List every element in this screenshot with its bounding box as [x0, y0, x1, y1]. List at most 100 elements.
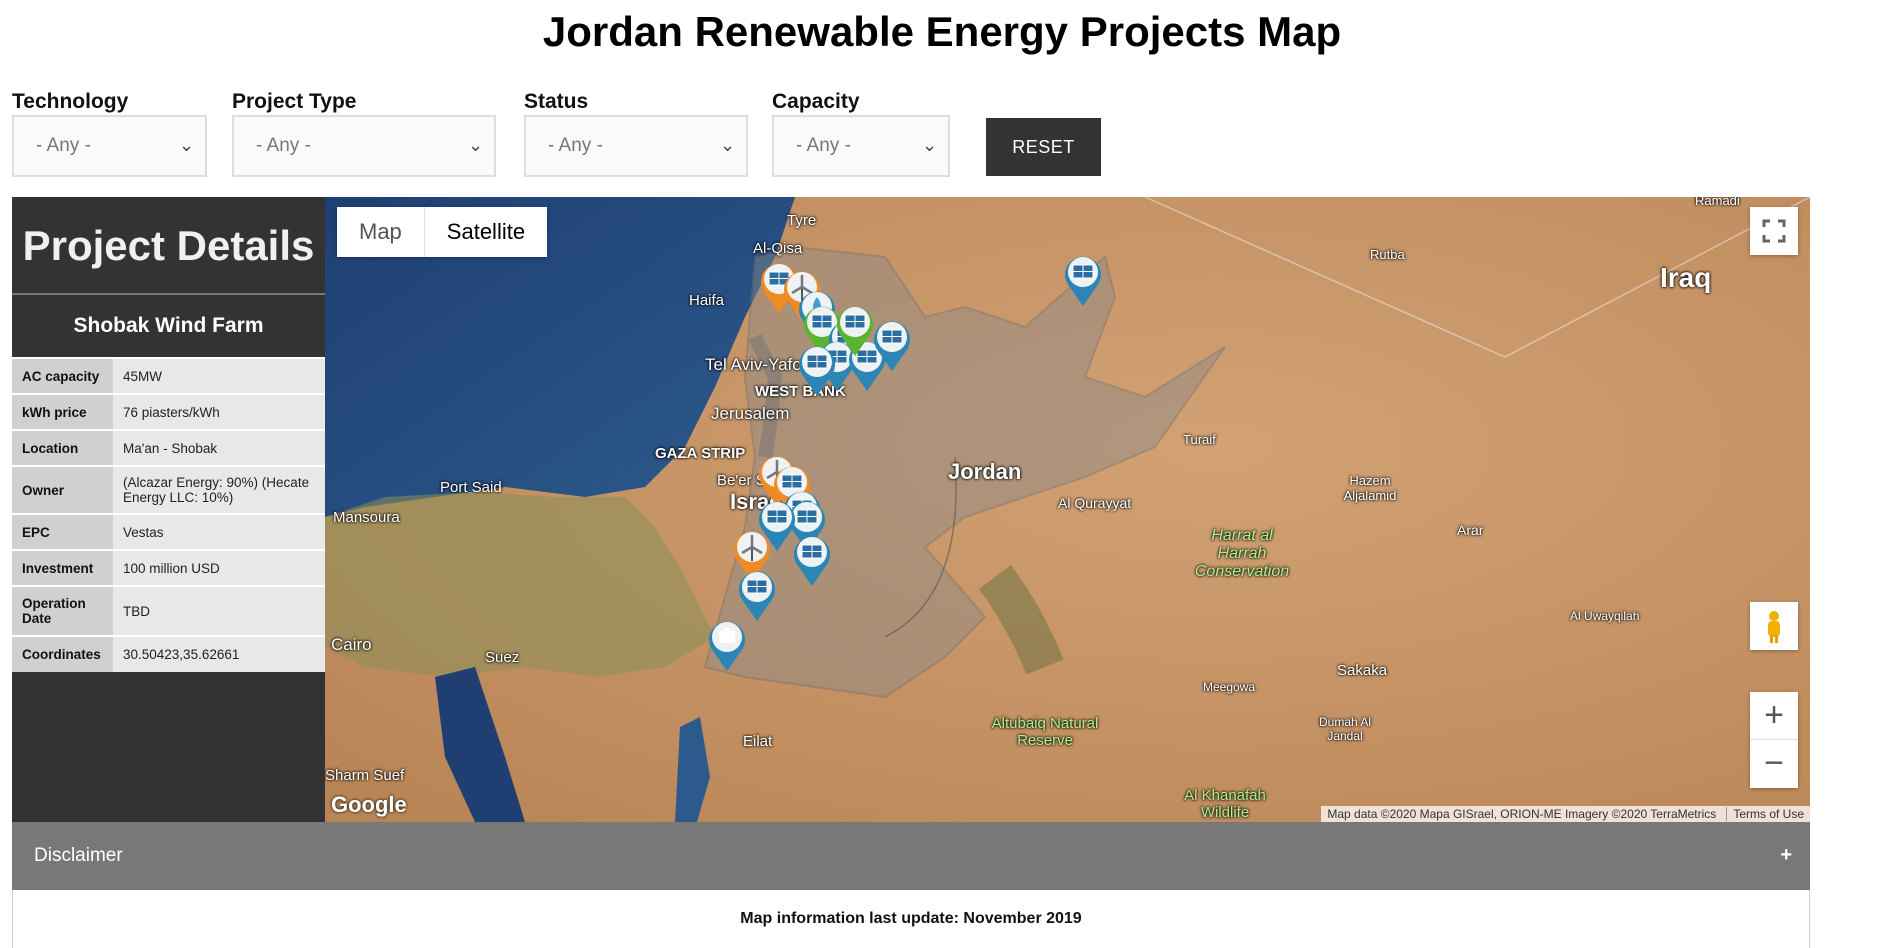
table-row: Coordinates 30.50423,35.62661: [12, 635, 325, 672]
select-value: - Any -: [548, 135, 603, 156]
street-view-pegman[interactable]: [1750, 602, 1798, 650]
fullscreen-button[interactable]: [1750, 207, 1798, 255]
place-iraq: Iraq: [1660, 262, 1712, 293]
fullscreen-icon: [1762, 219, 1786, 243]
table-row: EPC Vestas: [12, 513, 325, 550]
detail-key: Location: [12, 429, 113, 466]
place-port-said: Port Said: [440, 479, 502, 496]
place-hazem: Hazem Aljalamid: [1343, 473, 1397, 503]
status-select[interactable]: - Any - ⌄: [524, 115, 748, 177]
chevron-down-icon: ⌄: [468, 135, 484, 155]
place-eilat: Eilat: [743, 733, 773, 750]
project-details-panel: Project Details Shobak Wind Farm AC capa…: [12, 197, 325, 822]
place-sakaka: Sakaka: [1337, 662, 1388, 679]
solar-project-marker[interactable]: [790, 532, 834, 588]
filter-label: Capacity: [772, 90, 860, 113]
map-type-satellite[interactable]: Satellite: [423, 207, 547, 257]
page-title: Jordan Renewable Energy Projects Map: [542, 8, 1342, 55]
chevron-down-icon: ⌄: [720, 135, 736, 155]
panel-heading: Project Details: [12, 197, 325, 295]
detail-key: kWh price: [12, 393, 113, 430]
filter-label: Project Type: [232, 90, 357, 113]
table-row: AC capacity 45MW: [12, 357, 325, 394]
table-row: kWh price 76 piasters/kWh: [12, 393, 325, 430]
detail-value: 76 piasters/kWh: [113, 393, 325, 430]
detail-value: Vestas: [113, 513, 325, 550]
place-dumah: Dumah Al Jandal: [1318, 715, 1372, 743]
filter-status: Status - Any - ⌄: [524, 90, 748, 177]
filter-project-type: Project Type - Any - ⌄: [232, 90, 496, 177]
table-row: Investment 100 million USD: [12, 549, 325, 586]
filter-label: Technology: [12, 90, 129, 113]
place-khanafah: Al Khanafah Wildlife: [1184, 787, 1266, 821]
place-cairo: Cairo: [331, 635, 372, 654]
map-type-control: Map Satellite: [337, 207, 548, 257]
filter-label: Status: [524, 90, 589, 113]
zoom-in-button[interactable]: +: [1750, 692, 1798, 740]
detail-key: Owner: [12, 465, 113, 514]
place-suez: Suez: [485, 649, 520, 666]
detail-key: Operation Date: [12, 585, 113, 636]
place-rutba: Rutba: [1370, 247, 1405, 262]
place-sharm-suef: Sharm Suef: [325, 767, 405, 784]
footer: Map information last update: November 20…: [12, 890, 1810, 948]
table-row: Owner (Alcazar Energy: 90%) (Hecate Energ…: [12, 465, 325, 514]
project-type-select[interactable]: - Any - ⌄: [232, 115, 496, 177]
detail-value: Ma'an - Shobak: [113, 429, 325, 466]
zoom-out-button[interactable]: −: [1750, 740, 1798, 788]
map-attribution: Map data ©2020 Mapa GISrael, ORION-ME Im…: [1321, 806, 1810, 822]
place-mansoura: Mansoura: [333, 509, 400, 526]
place-gaza: GAZA STRIP: [655, 445, 746, 462]
zoom-control: + −: [1750, 692, 1798, 788]
solar-icon: [1065, 256, 1101, 306]
map-canvas[interactable]: Map Satellite + − Tyre Al-Qisa Haifa Tel…: [325, 197, 1810, 822]
place-tyre: Tyre: [787, 212, 817, 229]
solar-icon: [739, 571, 775, 621]
disclaimer-label: Disclaimer: [34, 845, 123, 866]
place-al-uwayqilah: Al Uwayqilah: [1570, 609, 1640, 623]
solar-icon: [837, 306, 873, 356]
reset-button[interactable]: RESET: [986, 118, 1101, 176]
detail-value: (Alcazar Energy: 90%) (Hecate Energy LLC…: [113, 465, 325, 514]
capacity-select[interactable]: - Any - ⌄: [772, 115, 950, 177]
detail-key: EPC: [12, 513, 113, 550]
place-meegowa: Meegowa: [1203, 680, 1256, 694]
place-ramadi: Ramadi: [1695, 197, 1740, 208]
place-jordan: Jordan: [948, 459, 1022, 484]
place-haifa: Haifa: [689, 292, 725, 309]
technology-select[interactable]: - Any - ⌄: [12, 115, 207, 177]
table-row: Location Ma'an - Shobak: [12, 429, 325, 466]
solar-icon: [794, 536, 830, 586]
last-update-note: Map information last update: November 20…: [740, 910, 1082, 927]
storage-icon: [709, 621, 745, 671]
solar-project-marker[interactable]: [1061, 252, 1105, 308]
place-turaif: Turaif: [1183, 432, 1216, 447]
terms-link[interactable]: Terms of Use: [1726, 807, 1804, 821]
place-al-qisa: Al-Qisa: [753, 240, 803, 257]
storage-project-marker[interactable]: [705, 617, 749, 673]
details-table: AC capacity 45MW kWh price 76 piasters/kWh…: [12, 357, 325, 672]
detail-value: 30.50423,35.62661: [113, 635, 325, 672]
chevron-down-icon: ⌄: [179, 135, 195, 155]
select-value: - Any -: [256, 135, 311, 156]
attribution-text: Map data ©2020 Mapa GISrael, ORION-ME Im…: [1327, 807, 1717, 821]
expand-icon: +: [1780, 844, 1792, 866]
select-value: - Any -: [36, 135, 91, 156]
project-name: Shobak Wind Farm: [73, 314, 264, 337]
place-arar: Arar: [1457, 522, 1484, 538]
select-value: - Any -: [796, 135, 851, 156]
chevron-down-icon: ⌄: [922, 135, 938, 155]
detail-value: TBD: [113, 585, 325, 636]
filter-capacity: Capacity - Any - ⌄: [772, 90, 950, 177]
disclaimer-accordion[interactable]: Disclaimer +: [12, 822, 1810, 890]
solar-project-marker[interactable]: [833, 302, 877, 358]
detail-key: Coordinates: [12, 635, 113, 672]
solar-project-marker[interactable]: [735, 567, 779, 623]
pegman-icon: [1768, 611, 1780, 643]
google-logo: Google: [331, 792, 407, 817]
map-type-map[interactable]: Map: [337, 207, 424, 257]
place-harrat: Harrat al Harrah Conservation: [1194, 527, 1290, 580]
table-row: Operation Date TBD: [12, 585, 325, 636]
place-altubaiq: Altubaiq Natural Reserve: [991, 715, 1099, 749]
detail-key: Investment: [12, 549, 113, 586]
